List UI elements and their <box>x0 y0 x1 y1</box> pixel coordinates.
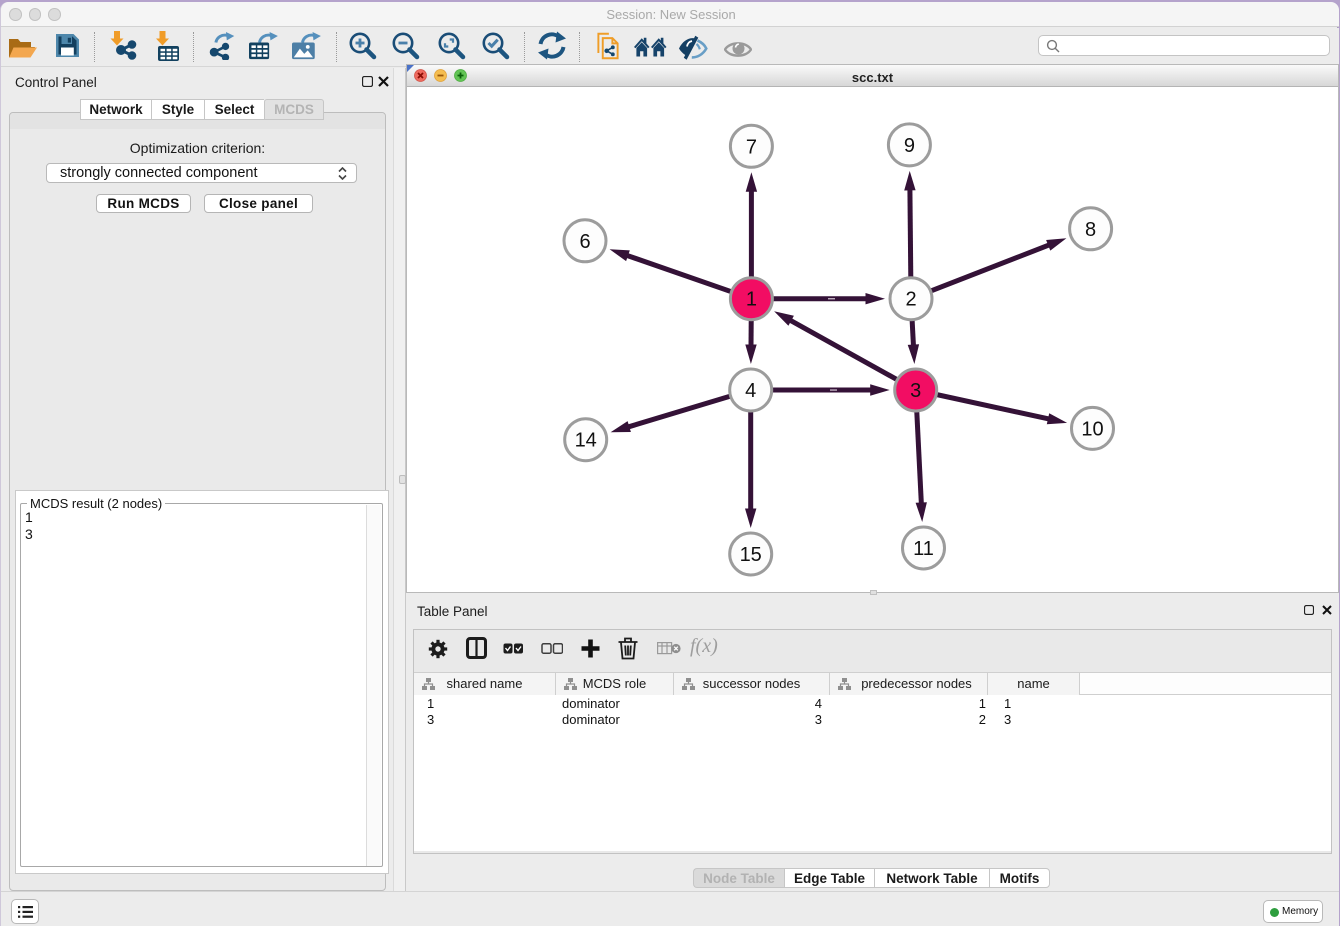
svg-text:15: 15 <box>740 544 762 566</box>
svg-text:9: 9 <box>904 135 915 157</box>
svg-text:7: 7 <box>746 136 757 158</box>
svg-text:6: 6 <box>579 231 590 253</box>
svg-text:8: 8 <box>1085 219 1096 241</box>
svg-text:4: 4 <box>745 380 756 402</box>
svg-text:1: 1 <box>746 289 757 311</box>
svg-text:14: 14 <box>575 430 597 452</box>
svg-text:3: 3 <box>910 380 921 402</box>
svg-text:11: 11 <box>913 538 934 560</box>
svg-text:10: 10 <box>1081 418 1103 440</box>
svg-text:2: 2 <box>905 289 916 311</box>
